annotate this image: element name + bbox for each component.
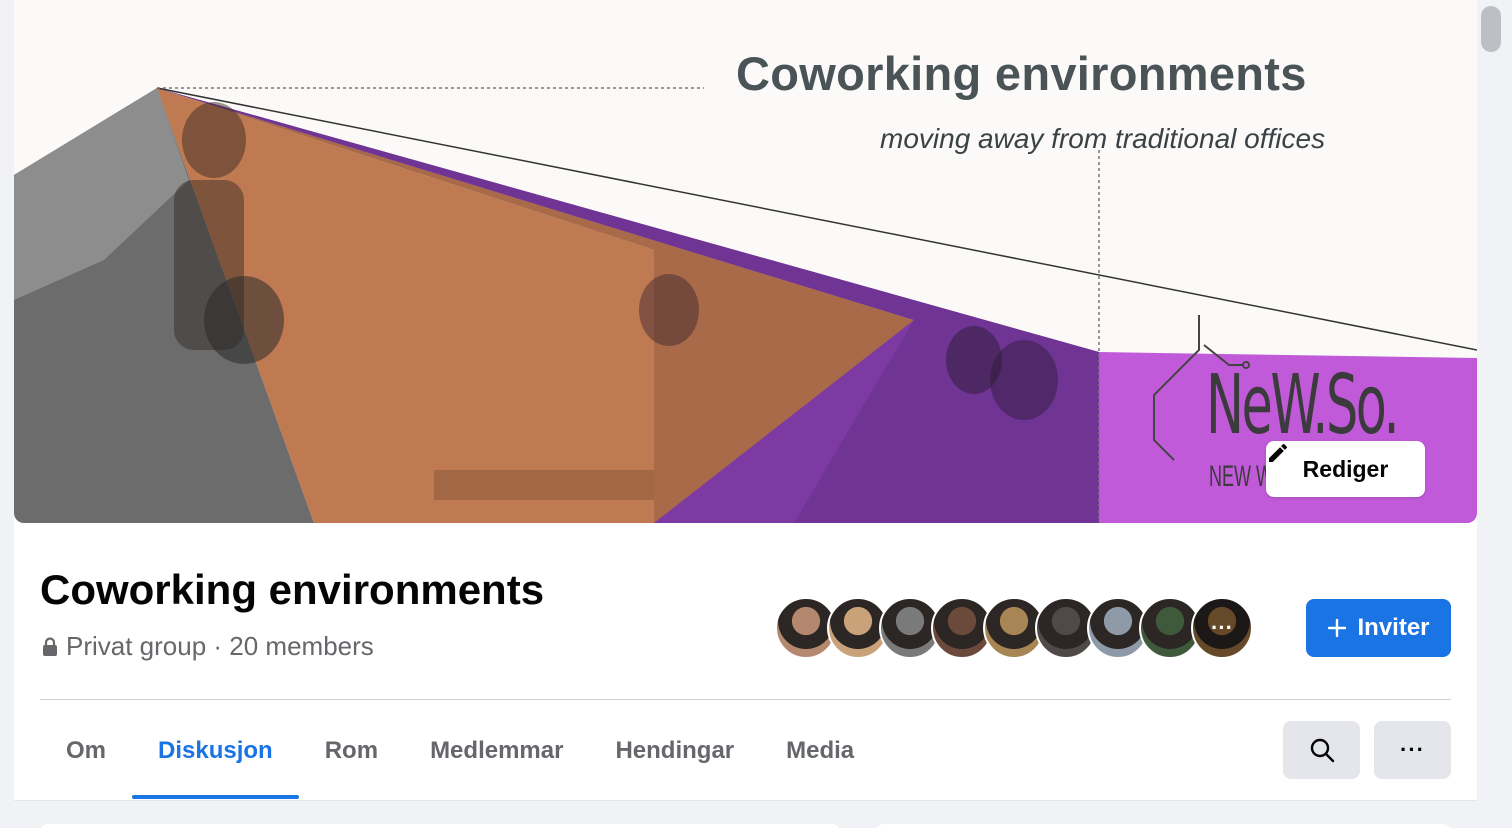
scrollbar-track[interactable]: [1477, 0, 1512, 828]
tab-hendingar[interactable]: Hendingar: [589, 702, 760, 799]
tab-label: Media: [786, 736, 855, 764]
group-title[interactable]: Coworking environments: [40, 566, 544, 614]
tab-label: Hendingar: [615, 736, 735, 764]
cover-photo: Coworking environments moving away from …: [14, 0, 1477, 523]
cover-title: Coworking environments: [736, 47, 1307, 100]
cover-logo-subtext: NEW W: [1209, 460, 1273, 493]
lock-icon: [43, 636, 57, 656]
more-horizontal-icon: ···: [1400, 737, 1425, 762]
edit-cover-label: Rediger: [1302, 455, 1389, 482]
tab-diskusjon[interactable]: Diskusjon: [132, 702, 299, 799]
invite-button[interactable]: Inviter: [1306, 599, 1451, 657]
tab-label: Medlemmar: [430, 736, 564, 764]
cover-subtitle: moving away from traditional offices: [880, 123, 1326, 154]
pencil-icon: [1269, 443, 1287, 462]
member-avatars[interactable]: ···: [775, 597, 1253, 659]
tab-medlemmar[interactable]: Medlemmar: [404, 702, 589, 799]
plus-icon: [1328, 618, 1347, 638]
tab-om[interactable]: Om: [40, 702, 132, 799]
group-tabs: Om Diskusjon Rom Medlemmar Hendingar Med…: [40, 702, 880, 799]
more-options-button[interactable]: ···: [1374, 721, 1451, 779]
divider: [40, 699, 1451, 700]
group-meta: Privat group · 20 members: [42, 631, 374, 662]
feed-card-right: [876, 824, 1451, 828]
feed-card-left: [40, 824, 840, 828]
tab-label: Diskusjon: [158, 736, 273, 764]
tab-rom[interactable]: Rom: [299, 702, 404, 799]
edit-cover-button[interactable]: Rediger: [1266, 441, 1425, 497]
search-icon: [1310, 738, 1334, 763]
more-members-indicator: ···: [1193, 599, 1251, 657]
member-avatar[interactable]: ···: [1191, 597, 1253, 659]
search-button[interactable]: [1283, 721, 1360, 779]
group-page: Coworking environments moving away from …: [14, 0, 1477, 828]
tab-label: Rom: [324, 736, 379, 764]
tab-media[interactable]: Media: [760, 702, 880, 799]
cover-logo: NeW.So.: [1206, 358, 1400, 453]
tab-label: Om: [66, 736, 107, 764]
invite-label: Inviter: [1357, 614, 1430, 641]
scrollbar-thumb[interactable]: [1481, 6, 1501, 52]
group-privacy-members[interactable]: Privat group · 20 members: [66, 631, 374, 662]
